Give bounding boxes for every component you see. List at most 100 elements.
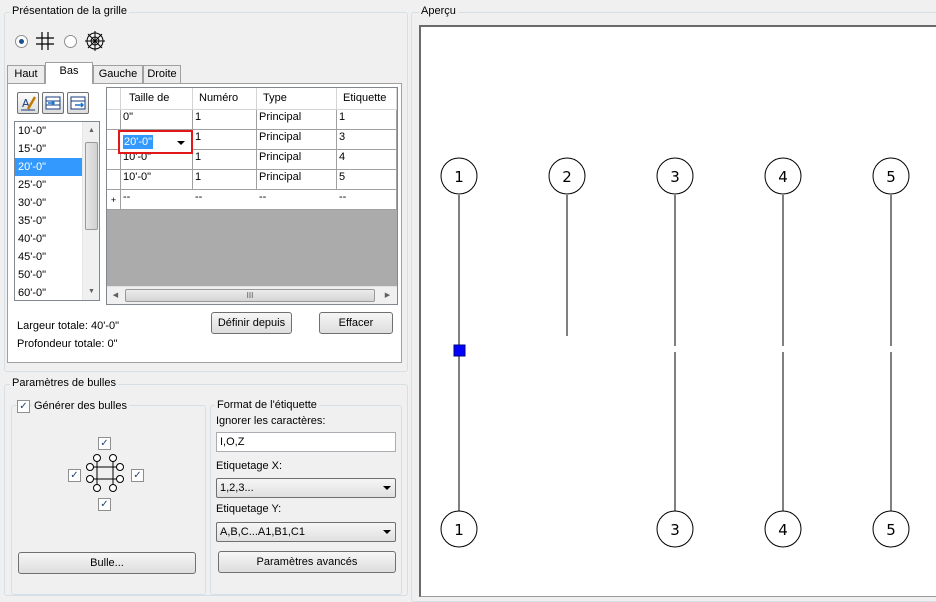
bubble-label: 5 — [886, 521, 896, 539]
radial-grid-icon — [85, 31, 105, 51]
table-cell[interactable]: 10'-0" — [121, 170, 193, 190]
scroll-left-icon[interactable]: ◀ — [107, 287, 124, 304]
scroll-up-icon[interactable]: ▲ — [83, 122, 99, 139]
list-item[interactable]: 45'-0" — [15, 248, 82, 266]
y-labeling-select[interactable]: A,B,C...A1,B1,C1 — [216, 522, 396, 542]
generate-bubbles-label: Générer des bulles — [32, 400, 129, 412]
list-item[interactable]: 60'-0" — [15, 284, 82, 300]
scroll-thumb[interactable] — [85, 142, 98, 230]
x-labeling-select[interactable]: 1,2,3... — [216, 478, 396, 498]
x-labeling-value: 1,2,3... — [220, 482, 254, 494]
list-item[interactable]: 10'-0" — [15, 122, 82, 140]
bubble-top-checkbox[interactable]: ✓ — [98, 437, 111, 450]
tab-bas[interactable]: Bas — [45, 62, 93, 84]
chevron-down-icon[interactable] — [177, 141, 185, 145]
table-cell[interactable]: 0" — [121, 110, 193, 130]
table-cell[interactable]: 1 — [193, 150, 257, 170]
table-cell[interactable]: Principal — [257, 110, 337, 130]
preview-canvas[interactable]: 1 2 3 4 5 1 3 4 5 — [419, 25, 936, 597]
table-cell[interactable]: Principal — [257, 170, 337, 190]
tab-haut[interactable]: Haut — [7, 65, 45, 84]
append-row-button[interactable] — [67, 92, 89, 114]
row-header[interactable] — [107, 110, 121, 130]
list-item-selected[interactable]: 20'-0" — [15, 158, 82, 176]
new-row-marker[interactable]: + — [107, 190, 121, 210]
grid-hscrollbar[interactable]: ◀ III ▶ — [107, 286, 397, 304]
bubble-label: 5 — [886, 168, 896, 186]
column-header-size[interactable]: Taille de — [121, 88, 193, 110]
total-width: Largeur totale: 40'-0" — [17, 320, 120, 332]
bubble-button-label: Bulle... — [90, 557, 124, 569]
bubble-label: 3 — [670, 168, 680, 186]
table-cell[interactable]: 1 — [337, 110, 397, 130]
bubble-button[interactable]: Bulle... — [18, 552, 196, 574]
selection-grip — [453, 344, 466, 357]
tab-gauche[interactable]: Gauche — [93, 65, 143, 84]
bubble-position-icon — [86, 454, 124, 492]
table-cell[interactable]: Principal — [257, 130, 337, 150]
bubble-label: 4 — [778, 521, 788, 539]
bubble-bottom-checkbox[interactable]: ✓ — [98, 498, 111, 511]
label-format-title: Format de l'étiquette — [215, 399, 319, 411]
clear-label: Effacer — [338, 317, 374, 329]
hscroll-thumb[interactable]: III — [125, 289, 375, 302]
size-cell-editor-value: 20'-0" — [123, 135, 154, 149]
total-depth: Profondeur totale: 0" — [17, 338, 118, 350]
ignore-chars-input[interactable]: I,O,Z — [216, 432, 396, 452]
y-labeling-value: A,B,C...A1,B1,C1 — [220, 526, 305, 538]
table-cell[interactable]: 3 — [337, 130, 397, 150]
table-cell[interactable]: 1 — [193, 130, 257, 150]
size-list[interactable]: 10'-0" 15'-0" 20'-0" 25'-0" 30'-0" 35'-0… — [14, 121, 100, 301]
x-labeling-label: Etiquetage X: — [216, 460, 283, 472]
column-header-number[interactable]: Numéro — [193, 88, 257, 110]
new-row-cell[interactable]: -- — [121, 190, 193, 210]
size-cell-editor[interactable]: 20'-0" — [118, 130, 193, 154]
table-cell[interactable]: 4 — [337, 150, 397, 170]
edit-label-icon: A — [21, 96, 37, 111]
define-from-button[interactable]: Définir depuis — [211, 312, 292, 334]
edit-label-button[interactable]: A — [17, 92, 39, 114]
insert-row-icon — [45, 96, 61, 110]
bubble-right-checkbox[interactable]: ✓ — [131, 469, 144, 482]
scroll-right-icon[interactable]: ▶ — [379, 287, 396, 304]
list-item[interactable]: 15'-0" — [15, 140, 82, 158]
new-row-cell[interactable]: -- — [257, 190, 337, 210]
ignore-chars-label: Ignorer les caractères: — [216, 415, 326, 427]
chevron-down-icon — [383, 486, 391, 490]
grid-table[interactable]: Taille de Numéro Type Etiquette 0" 1 Pri… — [106, 87, 398, 305]
bubble-left-checkbox[interactable]: ✓ — [68, 469, 81, 482]
table-cell[interactable]: Principal — [257, 150, 337, 170]
rectangular-grid-radio[interactable] — [15, 35, 28, 48]
bubble-label: 3 — [670, 521, 680, 539]
bubble-label: 2 — [562, 168, 572, 186]
list-item[interactable]: 35'-0" — [15, 212, 82, 230]
size-list-items: 10'-0" 15'-0" 20'-0" 25'-0" 30'-0" 35'-0… — [15, 122, 82, 300]
tab-droite[interactable]: Droite — [143, 65, 181, 84]
size-list-scrollbar[interactable]: ▲ ▼ — [82, 122, 99, 300]
table-cell[interactable]: 1 — [193, 170, 257, 190]
radial-grid-radio[interactable] — [64, 35, 77, 48]
clear-button[interactable]: Effacer — [319, 312, 393, 334]
table-cell[interactable]: 1 — [193, 110, 257, 130]
bubble-label: 1 — [454, 521, 464, 539]
new-row-cell[interactable]: -- — [193, 190, 257, 210]
new-row-cell[interactable]: -- — [337, 190, 397, 210]
column-header-label[interactable]: Etiquette — [337, 88, 397, 110]
list-item[interactable]: 25'-0" — [15, 176, 82, 194]
list-item[interactable]: 30'-0" — [15, 194, 82, 212]
column-header-type[interactable]: Type — [257, 88, 337, 110]
list-item[interactable]: 50'-0" — [15, 266, 82, 284]
insert-row-button[interactable] — [42, 92, 64, 114]
chevron-down-icon — [383, 530, 391, 534]
rectangular-grid-icon — [36, 32, 54, 50]
table-cell[interactable]: 5 — [337, 170, 397, 190]
advanced-params-button[interactable]: Paramètres avancés — [218, 551, 396, 573]
scroll-down-icon[interactable]: ▼ — [83, 283, 99, 300]
grid-preview-drawing: 1 2 3 4 5 1 3 4 5 — [440, 157, 910, 548]
list-item[interactable]: 40'-0" — [15, 230, 82, 248]
preview-title: Aperçu — [419, 5, 458, 17]
row-header-corner — [107, 88, 121, 110]
row-header[interactable] — [107, 170, 121, 190]
generate-bubbles-checkbox[interactable]: ✓ — [17, 400, 30, 413]
define-from-label: Définir depuis — [217, 317, 286, 329]
